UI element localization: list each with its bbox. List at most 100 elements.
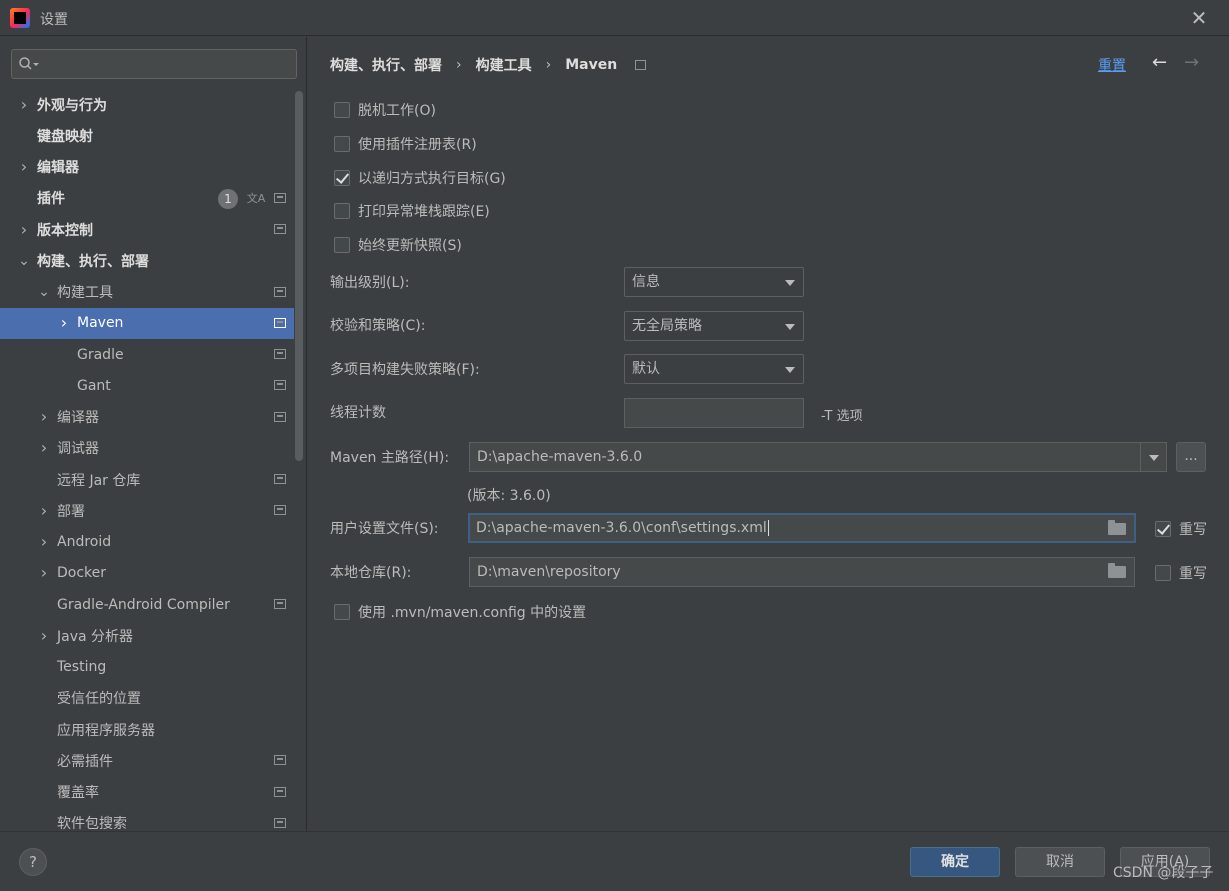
help-button[interactable]: ? <box>19 848 47 876</box>
window-title: 设置 <box>40 12 68 28</box>
chevron-right-icon[interactable]: › <box>37 534 51 550</box>
reset-link[interactable]: 重置 <box>1098 55 1126 75</box>
sidebar-item[interactable]: › Java 分析器 <box>0 620 294 651</box>
forward-arrow-icon[interactable]: → <box>1184 52 1204 73</box>
local-repo-override-checkbox[interactable] <box>1155 565 1171 581</box>
sidebar-item[interactable]: 插件 1 文A <box>0 183 294 214</box>
local-repo-input[interactable]: D:\maven\repository <box>469 557 1135 587</box>
thread-count-hint: -T 选项 <box>821 409 863 424</box>
search-input[interactable] <box>11 49 297 79</box>
watermark: CSDN @段子子 <box>1113 865 1214 881</box>
multiproject-fail-value: 默认 <box>632 361 660 377</box>
ok-button[interactable]: 确定 <box>910 847 1000 877</box>
folder-icon[interactable] <box>1108 520 1126 535</box>
offline-checkbox-row[interactable]: 脱机工作(O) <box>334 99 436 121</box>
chevron-right-icon[interactable]: › <box>17 96 31 112</box>
sidebar-item[interactable]: ⌄ 构建工具 <box>0 277 294 308</box>
maven-home-browse-button[interactable]: ... <box>1176 442 1206 472</box>
mvn-config-checkbox-row[interactable]: 使用 .mvn/maven.config 中的设置 <box>334 601 586 623</box>
offline-checkbox[interactable] <box>334 102 350 118</box>
maven-home-input[interactable]: D:\apache-maven-3.6.0 <box>469 442 1141 472</box>
stacktrace-checkbox[interactable] <box>334 203 350 219</box>
maven-home-label: Maven 主路径(H): <box>330 450 450 466</box>
update-snapshots-checkbox[interactable] <box>334 237 350 253</box>
checksum-policy-select[interactable]: 无全局策略 <box>624 311 804 341</box>
breadcrumb-item-build[interactable]: 构建、执行、部署 <box>330 55 442 75</box>
local-repo-override-label: 重写 <box>1179 566 1207 582</box>
chevron-right-icon[interactable]: › <box>37 627 51 643</box>
chevron-right-icon[interactable]: › <box>17 221 31 237</box>
sidebar-item[interactable]: Gant <box>0 370 294 401</box>
sidebar-item-label: Gradle-Android Compiler <box>57 596 230 613</box>
chevron-right-icon[interactable]: › <box>57 315 71 331</box>
chevron-right-icon[interactable]: › <box>37 502 51 518</box>
chevron-right-icon[interactable]: › <box>37 440 51 456</box>
title-bar: 设置 ✕ <box>0 0 1229 36</box>
project-scope-icon <box>274 786 286 797</box>
translate-icon: 文A <box>246 191 266 205</box>
recursive-checkbox-row[interactable]: 以递归方式执行目标(G) <box>334 167 506 189</box>
recursive-checkbox[interactable] <box>334 170 350 186</box>
output-level-select[interactable]: 信息 <box>624 267 804 297</box>
close-button[interactable]: ✕ <box>1186 6 1212 30</box>
sidebar-item-label: Gradle <box>77 346 124 363</box>
user-settings-override-checkbox[interactable] <box>1155 521 1171 537</box>
sidebar-item[interactable]: › Docker <box>0 558 294 589</box>
update-snapshots-checkbox-row[interactable]: 始终更新快照(S) <box>334 234 462 256</box>
output-level-value: 信息 <box>632 274 660 290</box>
plugin-registry-checkbox-row[interactable]: 使用插件注册表(R) <box>334 133 477 155</box>
plugin-registry-checkbox[interactable] <box>334 136 350 152</box>
sidebar-item[interactable]: › 部署 <box>0 495 294 526</box>
sidebar-item[interactable]: 必需插件 <box>0 745 294 776</box>
breadcrumb-item-build-tools[interactable]: 构建工具 <box>476 55 532 75</box>
sidebar-item[interactable]: 远程 Jar 仓库 <box>0 464 294 495</box>
chevron-right-icon[interactable]: › <box>37 409 51 425</box>
sidebar-item[interactable]: › 版本控制 <box>0 214 294 245</box>
sidebar-item[interactable]: 覆盖率 <box>0 777 294 808</box>
multiproject-fail-select[interactable]: 默认 <box>624 354 804 384</box>
sidebar-item-label: 外观与行为 <box>37 97 107 114</box>
sidebar-item[interactable]: › 编译器 <box>0 402 294 433</box>
mvn-config-checkbox[interactable] <box>334 604 350 620</box>
output-level-label: 输出级别(L): <box>330 275 410 291</box>
sidebar-item[interactable]: Gradle <box>0 339 294 370</box>
sidebar-item[interactable]: › 调试器 <box>0 433 294 464</box>
sidebar-item-label: 编译器 <box>57 410 99 426</box>
sidebar-item[interactable]: ⌄ 构建、执行、部署 <box>0 245 294 276</box>
sidebar-item[interactable]: 软件包搜索 <box>0 808 294 831</box>
sidebar-item[interactable]: 受信任的位置 <box>0 683 294 714</box>
project-scope-icon <box>274 192 286 203</box>
chevron-down-icon[interactable]: ⌄ <box>37 285 51 299</box>
sidebar-item[interactable]: › 编辑器 <box>0 152 294 183</box>
user-settings-input[interactable]: D:\apache-maven-3.6.0\conf\settings.xml <box>468 513 1136 543</box>
update-snapshots-label: 始终更新快照(S) <box>358 238 462 254</box>
local-repo-override-row[interactable]: 重写 <box>1155 562 1207 584</box>
sidebar-item[interactable]: 键盘映射 <box>0 120 294 151</box>
thread-count-input[interactable] <box>624 398 804 428</box>
sidebar-item-label: 受信任的位置 <box>57 691 141 708</box>
sidebar-item[interactable]: Testing <box>0 652 294 683</box>
stacktrace-checkbox-row[interactable]: 打印异常堆栈跟踪(E) <box>334 200 490 222</box>
project-scope-icon <box>274 411 286 422</box>
chevron-down-icon <box>785 280 795 286</box>
sidebar-item[interactable]: Gradle-Android Compiler <box>0 589 294 620</box>
sidebar-item[interactable]: 应用程序服务器 <box>0 714 294 745</box>
stacktrace-label: 打印异常堆栈跟踪(E) <box>358 204 490 220</box>
sidebar-item[interactable]: › Maven <box>0 307 294 339</box>
maven-home-dropdown-button[interactable] <box>1140 442 1167 472</box>
breadcrumb-separator: › <box>456 57 462 73</box>
chevron-right-icon[interactable]: › <box>17 159 31 175</box>
sidebar-item[interactable]: › 外观与行为 <box>0 89 294 120</box>
sidebar-item-label: Docker <box>57 565 107 582</box>
user-settings-label: 用户设置文件(S): <box>330 521 439 537</box>
sidebar-scrollbar[interactable] <box>295 91 303 461</box>
sidebar-item[interactable]: › Android <box>0 527 294 558</box>
user-settings-override-row[interactable]: 重写 <box>1155 518 1207 540</box>
back-arrow-icon[interactable]: ← <box>1152 52 1172 73</box>
folder-icon[interactable] <box>1108 563 1126 578</box>
sidebar-item-label: Java 分析器 <box>57 628 134 645</box>
sidebar-item-label: Android <box>57 534 112 550</box>
cancel-button[interactable]: 取消 <box>1015 847 1105 877</box>
chevron-down-icon[interactable]: ⌄ <box>17 254 31 268</box>
chevron-right-icon[interactable]: › <box>37 565 51 581</box>
